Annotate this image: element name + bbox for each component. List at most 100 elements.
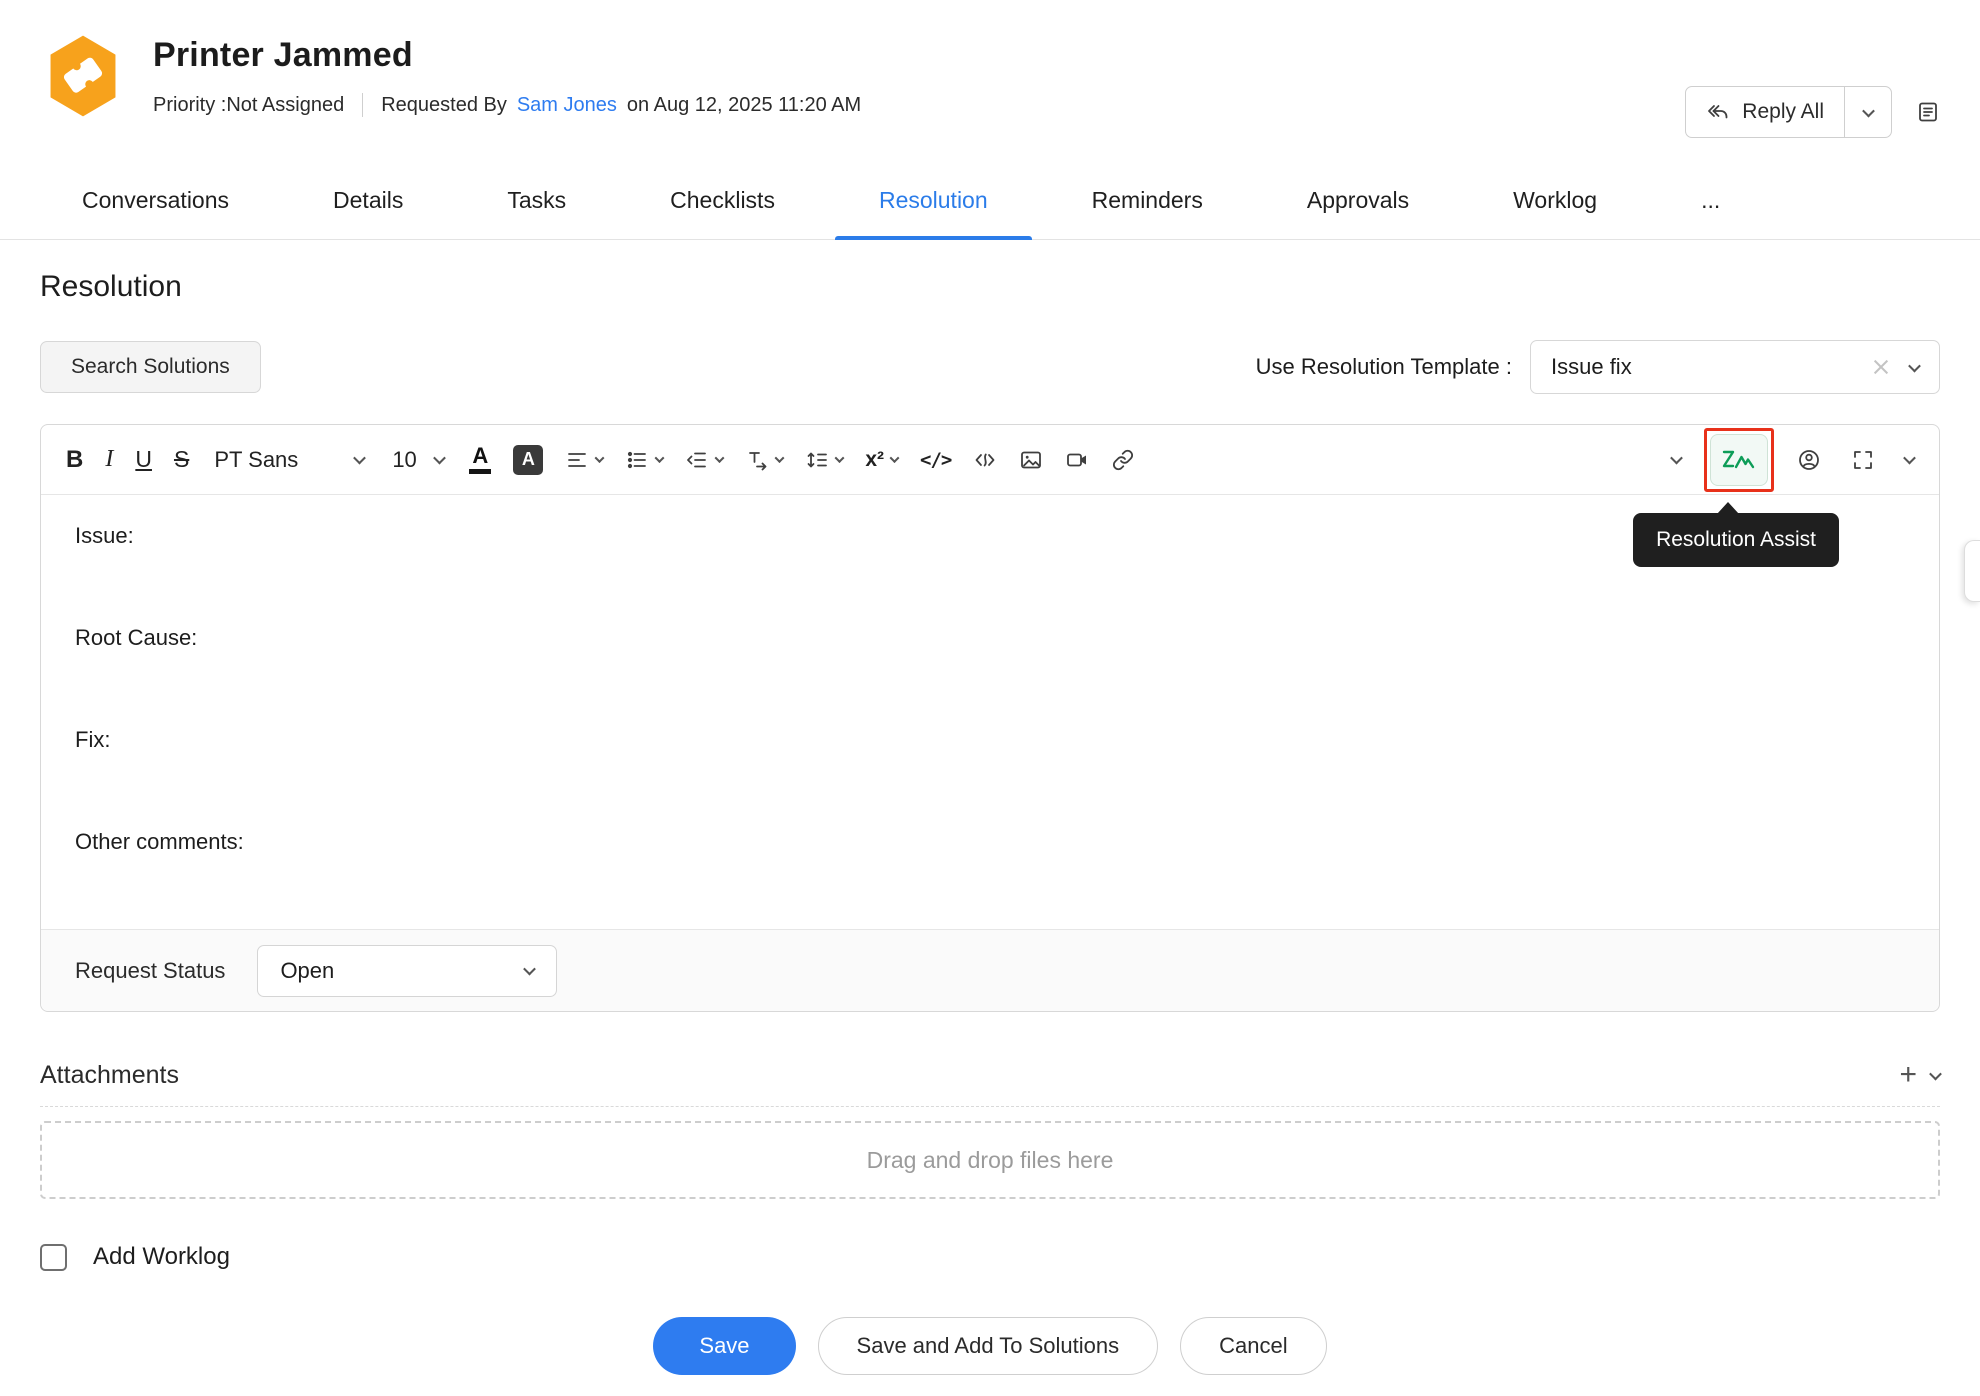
resolution-template-select[interactable]: Issue fix (1530, 340, 1940, 394)
chevron-down-icon (1903, 452, 1916, 465)
font-size-select[interactable]: 10 (382, 441, 454, 479)
reply-all-icon (1706, 100, 1730, 124)
bullet-list-icon (625, 448, 649, 472)
document-icon (1916, 100, 1940, 124)
list-button[interactable] (618, 442, 670, 478)
chevron-down-icon (433, 452, 446, 465)
code-button[interactable]: </> (913, 443, 958, 477)
request-meta: Priority :Not Assigned Requested By Sam … (153, 93, 861, 117)
tab-conversations[interactable]: Conversations (82, 162, 229, 239)
tab-details[interactable]: Details (333, 162, 403, 239)
tab-checklists[interactable]: Checklists (670, 162, 775, 239)
cancel-button[interactable]: Cancel (1180, 1317, 1326, 1375)
fullscreen-button[interactable] (1844, 442, 1882, 478)
page-title: Printer Jammed (153, 36, 861, 75)
resolution-section-title: Resolution (40, 270, 1940, 304)
editor-toolbar: B I U S PT Sans 10 A (41, 425, 1939, 495)
tab-approvals[interactable]: Approvals (1307, 162, 1409, 239)
chevron-down-icon (524, 963, 537, 976)
embed-button[interactable] (966, 442, 1004, 478)
strikethrough-label: S (174, 446, 189, 473)
text-color-icon: A (469, 445, 491, 474)
resolution-editor: B I U S PT Sans 10 A (40, 424, 1940, 1012)
editor-line-issue: Issue: (75, 521, 1905, 551)
response-template-button[interactable] (1916, 100, 1940, 124)
line-spacing-icon (805, 448, 829, 472)
requested-by-label: Requested By (381, 94, 507, 117)
zia-icon (1720, 447, 1758, 473)
zia-resolution-assist-button[interactable] (1710, 434, 1768, 486)
side-panel-handle[interactable] (1964, 540, 1980, 602)
toolbar-collapse-button[interactable] (1898, 449, 1921, 470)
add-worklog-checkbox[interactable] (40, 1244, 67, 1271)
chevron-down-icon (835, 453, 845, 463)
embed-icon (973, 448, 997, 472)
request-status-value: Open (280, 958, 334, 984)
chevron-down-icon (655, 453, 665, 463)
tab-resolution[interactable]: Resolution (879, 162, 988, 239)
insert-user-button[interactable] (1790, 442, 1828, 478)
tab-more[interactable]: ... (1701, 162, 1720, 239)
outdent-button[interactable] (678, 442, 730, 478)
bold-button[interactable]: B (59, 440, 90, 480)
italic-button[interactable]: I (98, 440, 120, 479)
background-color-icon: A (513, 445, 543, 475)
template-label: Use Resolution Template : (1256, 354, 1512, 380)
attachments-header: Attachments + (40, 1060, 1940, 1107)
requester-link[interactable]: Sam Jones (517, 94, 617, 117)
tab-reminders[interactable]: Reminders (1092, 162, 1203, 239)
underline-button[interactable]: U (128, 440, 159, 479)
attachments-title: Attachments (40, 1061, 179, 1090)
priority-label: Priority :Not Assigned (153, 94, 344, 117)
underline-label: U (135, 446, 152, 473)
tab-worklog[interactable]: Worklog (1513, 162, 1597, 239)
chevron-down-icon (595, 453, 605, 463)
image-icon (1019, 448, 1043, 472)
chevron-down-icon (1862, 104, 1875, 117)
reply-all-button[interactable]: Reply All (1685, 86, 1892, 138)
bold-label: B (66, 446, 83, 474)
attachments-collapse-button[interactable] (1931, 1071, 1940, 1080)
background-color-button[interactable]: A (506, 439, 550, 481)
insert-image-button[interactable] (1012, 442, 1050, 478)
save-add-solutions-button[interactable]: Save and Add To Solutions (818, 1317, 1159, 1375)
tab-tasks[interactable]: Tasks (507, 162, 566, 239)
insert-link-button[interactable] (1104, 442, 1142, 478)
add-worklog-label: Add Worklog (93, 1243, 230, 1271)
line-spacing-button[interactable] (798, 442, 850, 478)
font-family-select[interactable]: PT Sans (204, 441, 374, 479)
request-status-select[interactable]: Open (257, 945, 557, 997)
video-icon (1065, 448, 1089, 472)
request-status-bar: Request Status Open (41, 929, 1939, 1011)
text-color-button[interactable]: A (462, 439, 498, 480)
align-button[interactable] (558, 442, 610, 478)
editor-line-other-comments: Other comments: (75, 827, 1905, 857)
italic-label: I (105, 446, 113, 473)
requested-on-date: on Aug 12, 2025 11:20 AM (627, 94, 861, 117)
clear-template-icon[interactable] (1872, 358, 1890, 376)
attachment-dropzone[interactable]: Drag and drop files here (40, 1121, 1940, 1199)
superscript-button[interactable]: x² (858, 442, 905, 478)
chevron-down-icon (890, 453, 900, 463)
chevron-down-icon (1670, 452, 1683, 465)
more-tools-button[interactable] (1665, 449, 1688, 470)
chevron-down-icon (1908, 359, 1921, 372)
chevron-down-icon (715, 453, 725, 463)
chevron-down-icon (353, 452, 366, 465)
annotation-highlight-box (1704, 428, 1774, 492)
search-solutions-button[interactable]: Search Solutions (40, 341, 261, 393)
strikethrough-button[interactable]: S (167, 440, 196, 479)
fullscreen-icon (1851, 448, 1875, 472)
request-tabs: Conversations Details Tasks Checklists R… (0, 162, 1980, 240)
save-button[interactable]: Save (653, 1317, 795, 1375)
reply-all-label: Reply All (1742, 100, 1824, 124)
code-icon: </> (920, 449, 951, 471)
text-direction-button[interactable] (738, 442, 790, 478)
link-icon (1111, 448, 1135, 472)
editor-line-fix: Fix: (75, 725, 1905, 755)
font-size-value: 10 (392, 447, 416, 473)
insert-video-button[interactable] (1058, 442, 1096, 478)
align-left-icon (565, 448, 589, 472)
add-attachment-button[interactable]: + (1899, 1060, 1917, 1090)
reply-options-caret[interactable] (1845, 108, 1891, 117)
